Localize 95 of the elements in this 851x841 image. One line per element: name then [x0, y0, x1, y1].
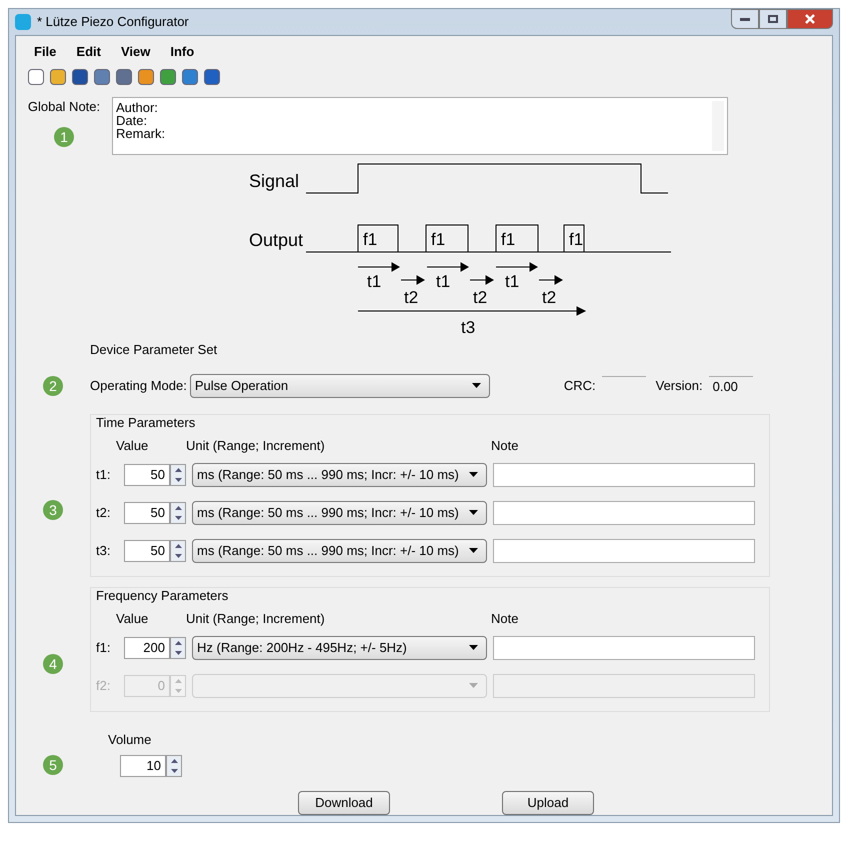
column-header: Value — [116, 437, 150, 455]
number-field[interactable]: 50 — [124, 540, 170, 562]
number-badge: 1 — [54, 126, 74, 146]
menu-item[interactable]: Edit — [68, 40, 109, 63]
column-header: Unit (Range; Increment) — [186, 610, 326, 628]
spin-buttons[interactable] — [170, 636, 186, 658]
menu-item[interactable]: View — [112, 40, 158, 63]
toolbar-icon[interactable] — [138, 69, 154, 85]
column-header: Note — [491, 610, 518, 628]
column-header: Unit (Range; Increment) — [186, 437, 326, 455]
arrow — [358, 262, 400, 272]
note-field[interactable] — [493, 462, 755, 486]
parameter-label: t2: — [96, 504, 112, 522]
caret-icon — [469, 510, 478, 515]
note-field[interactable] — [493, 538, 755, 562]
group-title: Frequency Parameters — [96, 586, 230, 605]
arrow — [400, 275, 425, 285]
parameter-label: t1: — [96, 466, 112, 484]
caret-icon — [469, 683, 478, 688]
column-header: Note — [491, 437, 518, 455]
close-button[interactable] — [787, 9, 833, 29]
caret-icon — [469, 645, 478, 650]
time-label: t2 — [473, 288, 488, 307]
spin-buttons[interactable] — [166, 755, 182, 777]
parameter-label: f1: — [96, 638, 112, 657]
note-field[interactable] — [493, 500, 755, 524]
unit-dropdown[interactable]: ms (Range: 50 ms ... 990 ms; Incr: +/- 10 ms) — [192, 500, 487, 524]
signal-label: Signal — [249, 171, 300, 191]
arrow — [426, 262, 469, 272]
toolbar-icon[interactable] — [160, 69, 176, 85]
toolbar-icon[interactable] — [72, 69, 88, 85]
unit-dropdown[interactable]: Hz (Range: 200Hz - 495Hz; +/- 5Hz) — [192, 636, 487, 660]
number-field[interactable]: 10 — [120, 755, 166, 777]
toolbar-icon[interactable] — [94, 69, 110, 85]
unit-dropdown[interactable]: ms (Range: 50 ms ... 990 ms; Incr: +/- 10 ms) — [192, 462, 487, 486]
field-label: CRC: — [564, 376, 596, 395]
field-label: Version: — [656, 376, 703, 395]
time-label: t2 — [542, 288, 556, 307]
note-line: Remark: — [116, 127, 166, 140]
toolbar-icon[interactable] — [28, 69, 44, 85]
spin-buttons[interactable] — [170, 540, 186, 562]
time-label: t2 — [404, 288, 418, 307]
caret-icon — [469, 548, 478, 553]
arrow — [538, 275, 563, 285]
parameter-label: f2: — [96, 676, 112, 695]
number-field[interactable]: 200 — [124, 636, 170, 658]
pulse: f1 — [426, 224, 468, 252]
output-label: Output — [249, 230, 304, 250]
menu-item[interactable]: File — [26, 40, 64, 63]
time-label: t1 — [367, 272, 382, 291]
caret-icon — [469, 472, 478, 477]
window-title: * Lütze Piezo Configurator — [37, 13, 189, 31]
spin-buttons[interactable] — [170, 464, 186, 486]
version-field: 0.00 — [708, 376, 753, 396]
field-label: Global Note: — [28, 98, 100, 116]
note-line: Author: — [116, 101, 159, 114]
column-header: Value — [116, 610, 150, 628]
toolbar-icon[interactable] — [204, 69, 220, 85]
arrow — [496, 262, 538, 272]
app-icon — [15, 14, 31, 30]
number-field[interactable]: 50 — [124, 464, 170, 486]
note-line: Date: — [116, 114, 148, 127]
unit-dropdown[interactable]: ms (Range: 50 ms ... 990 ms; Incr: +/- 10 ms) — [192, 538, 487, 562]
number-badge: 5 — [43, 755, 63, 775]
action-button[interactable]: Download — [298, 791, 390, 815]
toolbar-icon[interactable] — [116, 69, 132, 85]
time-label: t3 — [461, 318, 476, 337]
number-badge: 3 — [43, 500, 63, 520]
note-field[interactable] — [493, 636, 755, 660]
note-field[interactable] — [493, 674, 755, 698]
minimize-button[interactable] — [731, 9, 759, 29]
field-label: Operating Mode: — [90, 376, 187, 395]
number-field[interactable]: 50 — [124, 502, 170, 524]
section-title: Device Parameter Set — [90, 341, 218, 359]
close-icon — [805, 14, 815, 24]
pulse: f1 — [496, 224, 538, 252]
menu-item[interactable]: Info — [162, 40, 202, 63]
number-badge: 4 — [43, 654, 63, 674]
time-label: t1 — [505, 272, 520, 291]
mode-dropdown[interactable]: Pulse Operation — [190, 374, 490, 398]
maximize-button[interactable] — [759, 9, 787, 29]
parameter-label: t3: — [96, 542, 112, 560]
action-button[interactable]: Upload — [502, 791, 594, 815]
spin-buttons[interactable] — [170, 502, 186, 524]
group-title: Time Parameters — [96, 414, 196, 432]
pulse: f1 — [564, 224, 584, 252]
field-label: Volume — [108, 730, 152, 748]
caret-icon — [472, 383, 481, 388]
toolbar-icon[interactable] — [50, 69, 66, 85]
time-label: t1 — [436, 272, 450, 291]
arrow — [470, 275, 494, 285]
toolbar-icon[interactable] — [182, 69, 198, 85]
note-text-area[interactable]: Author: Date: Remark: — [112, 97, 728, 155]
number-badge: 2 — [43, 376, 63, 396]
pulse: f1 — [358, 224, 398, 252]
